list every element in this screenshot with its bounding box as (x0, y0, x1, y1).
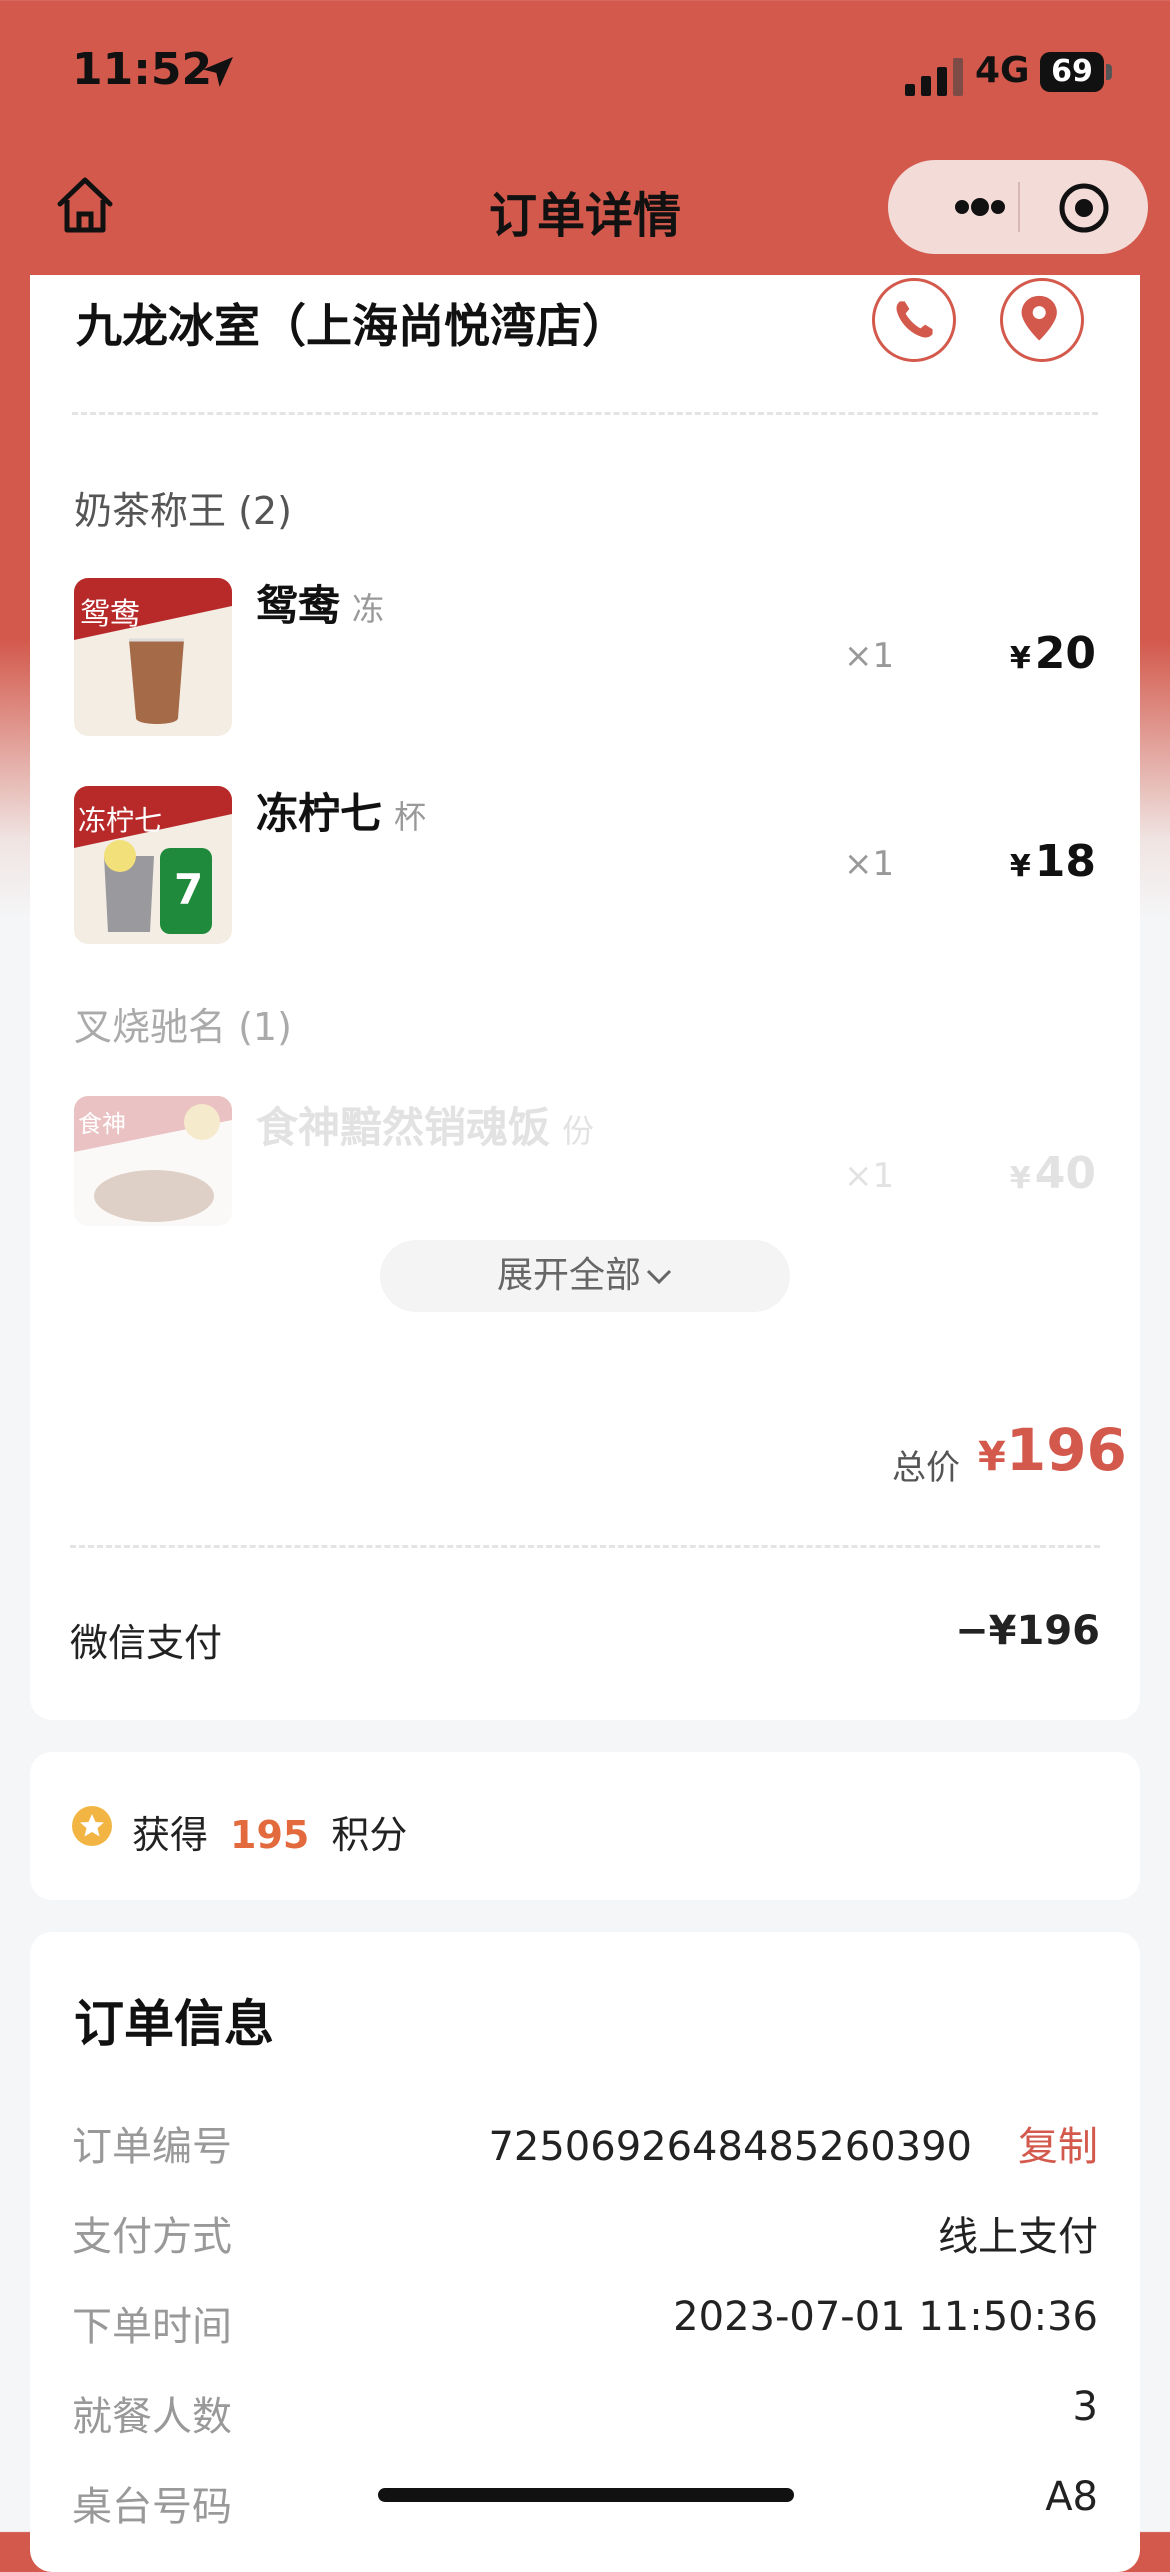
call-button[interactable] (872, 278, 956, 362)
item-unit: 份 (562, 1112, 595, 1150)
order-number-label: 订单编号 (72, 2124, 232, 2170)
item-price: ¥20 (1009, 628, 1096, 679)
store-name: 九龙冰室（上海尚悦湾店） (76, 299, 628, 353)
divider (72, 412, 1098, 415)
network-type: 4G (975, 50, 1030, 91)
divider (70, 1545, 1100, 1548)
payment-method-label: 支付方式 (72, 2214, 232, 2260)
svg-text:鸳鸯: 鸳鸯 (80, 597, 140, 632)
star-coin-icon (72, 1806, 112, 1846)
map-pin-icon (1021, 295, 1057, 341)
category-label: 奶茶称王 (2) (74, 489, 292, 533)
item-quantity: ×1 (844, 1156, 895, 1196)
item-unit: 杯 (394, 798, 427, 836)
table-number-value: A8 (1045, 2474, 1098, 2520)
close-miniapp-icon[interactable] (1056, 180, 1112, 236)
item-price: ¥40 (1009, 1148, 1096, 1199)
copy-button[interactable]: 复制 (1018, 2124, 1098, 2170)
location-arrow-icon (203, 57, 233, 87)
table-number-label: 桌台号码 (72, 2484, 232, 2530)
status-time: 11:52 (72, 44, 213, 95)
item-unit: 冻 (352, 590, 385, 628)
svg-text:7: 7 (174, 865, 203, 914)
total-label: 总价 (892, 1448, 960, 1488)
order-time-label: 下单时间 (72, 2304, 232, 2350)
order-info-title: 订单信息 (74, 1995, 274, 2053)
svg-text:冻柠七: 冻柠七 (78, 804, 162, 837)
item-quantity: ×1 (844, 844, 895, 884)
points-text: 获得 195 积分 (132, 1813, 408, 1857)
svg-text:食神: 食神 (78, 1110, 126, 1138)
item-name: 鸳鸯冻 (256, 581, 385, 630)
capsule-divider (1018, 182, 1020, 232)
total-value: ¥196 (978, 1416, 1127, 1484)
order-number-value: 7250692648485260390 复制 (488, 2124, 1098, 2170)
diners-value: 3 (1072, 2384, 1098, 2430)
payment-method-label: 微信支付 (70, 1621, 223, 1665)
category-label: 叉烧驰名 (1) (74, 1005, 292, 1049)
item-name: 食神黯然销魂饭份 (256, 1103, 595, 1152)
location-button[interactable] (1000, 278, 1084, 362)
phone-icon (896, 301, 933, 338)
signal-icon (905, 58, 963, 96)
chevron-down-icon (646, 1269, 672, 1285)
item-image: 冻柠七 7 (74, 786, 232, 944)
item-price: ¥18 (1009, 836, 1096, 887)
item-name: 冻柠七杯 (256, 789, 427, 838)
battery-tip (1106, 64, 1112, 80)
more-icon[interactable] (928, 160, 1028, 254)
battery-icon: 69 (1040, 52, 1104, 92)
item-quantity: ×1 (844, 636, 895, 676)
points-value: 195 (230, 1813, 310, 1857)
home-indicator[interactable] (378, 2488, 794, 2502)
expand-all-button[interactable]: 展开全部 (380, 1240, 790, 1312)
item-image: 鸳鸯 (74, 578, 232, 736)
diners-label: 就餐人数 (72, 2394, 232, 2440)
payment-amount: −¥196 (955, 1608, 1100, 1654)
miniapp-capsule (888, 160, 1148, 254)
item-image: 食神 (74, 1096, 232, 1226)
payment-method-value: 线上支付 (938, 2214, 1098, 2260)
order-time-value: 2023-07-01 11:50:36 (673, 2294, 1098, 2340)
